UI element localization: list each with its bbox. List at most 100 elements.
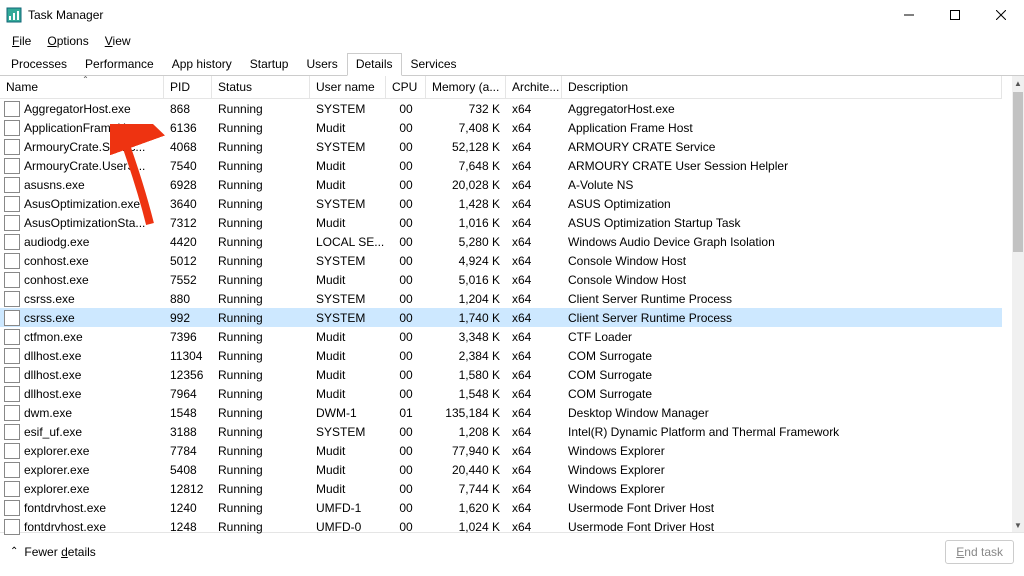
tab-app-history[interactable]: App history	[163, 53, 241, 75]
process-icon	[4, 291, 20, 307]
cell-name: AsusOptimizationSta...	[0, 213, 164, 232]
cell-name: conhost.exe	[0, 270, 164, 289]
cell-status: Running	[212, 308, 310, 327]
process-icon	[4, 500, 20, 516]
cell-status: Running	[212, 194, 310, 213]
cell-desc: Windows Explorer	[562, 460, 1002, 479]
cell-desc: Desktop Window Manager	[562, 403, 1002, 422]
process-icon	[4, 253, 20, 269]
cell-cpu: 00	[386, 194, 426, 213]
cell-desc: Windows Explorer	[562, 441, 1002, 460]
cell-mem: 7,408 K	[426, 118, 506, 137]
cell-user: Mudit	[310, 460, 386, 479]
cell-name: ctfmon.exe	[0, 327, 164, 346]
menu-file[interactable]: File	[4, 32, 39, 50]
cell-mem: 20,440 K	[426, 460, 506, 479]
tab-performance[interactable]: Performance	[76, 53, 163, 75]
cell-name: csrss.exe	[0, 289, 164, 308]
cell-mem: 77,940 K	[426, 441, 506, 460]
window-title: Task Manager	[28, 8, 103, 22]
cell-status: Running	[212, 289, 310, 308]
cell-mem: 3,348 K	[426, 327, 506, 346]
cell-status: Running	[212, 365, 310, 384]
cell-status: Running	[212, 251, 310, 270]
cell-user: Mudit	[310, 441, 386, 460]
minimize-button[interactable]	[886, 0, 932, 30]
column-header-pid[interactable]: PID	[164, 76, 212, 99]
tab-services[interactable]: Services	[402, 53, 466, 75]
cell-user: Mudit	[310, 213, 386, 232]
process-icon	[4, 101, 20, 117]
cell-mem: 1,428 K	[426, 194, 506, 213]
cell-user: SYSTEM	[310, 308, 386, 327]
cell-mem: 1,740 K	[426, 308, 506, 327]
column-header-memory-a-[interactable]: Memory (a...	[426, 76, 506, 99]
cell-status: Running	[212, 99, 310, 118]
cell-status: Running	[212, 137, 310, 156]
cell-pid: 7552	[164, 270, 212, 289]
close-button[interactable]	[978, 0, 1024, 30]
tab-startup[interactable]: Startup	[241, 53, 298, 75]
tab-users[interactable]: Users	[297, 53, 346, 75]
column-header-name[interactable]: Name⌃	[0, 76, 164, 99]
cell-pid: 5012	[164, 251, 212, 270]
cell-status: Running	[212, 460, 310, 479]
cell-name: dwm.exe	[0, 403, 164, 422]
cell-name: asusns.exe	[0, 175, 164, 194]
cell-user: UMFD-1	[310, 498, 386, 517]
cell-arch: x64	[506, 194, 562, 213]
column-header-archite-[interactable]: Archite...	[506, 76, 562, 99]
process-icon	[4, 462, 20, 478]
cell-status: Running	[212, 232, 310, 251]
cell-arch: x64	[506, 441, 562, 460]
cell-status: Running	[212, 213, 310, 232]
fewer-details-toggle[interactable]: ⌃ Fewer details	[10, 545, 96, 559]
vertical-scrollbar[interactable]: ▲ ▼	[1012, 76, 1024, 532]
process-icon	[4, 405, 20, 421]
cell-name: esif_uf.exe	[0, 422, 164, 441]
menu-view[interactable]: View	[97, 32, 139, 50]
maximize-button[interactable]	[932, 0, 978, 30]
cell-name: ArmouryCrate.UserS...	[0, 156, 164, 175]
cell-pid: 6928	[164, 175, 212, 194]
cell-user: Mudit	[310, 365, 386, 384]
cell-mem: 1,620 K	[426, 498, 506, 517]
cell-pid: 3188	[164, 422, 212, 441]
cell-desc: Windows Explorer	[562, 479, 1002, 498]
process-icon	[4, 196, 20, 212]
cell-desc: ARMOURY CRATE Service	[562, 137, 1002, 156]
cell-status: Running	[212, 327, 310, 346]
column-header-status[interactable]: Status	[212, 76, 310, 99]
menu-options[interactable]: Options	[39, 32, 96, 50]
scroll-up-arrow[interactable]: ▲	[1012, 76, 1024, 90]
cell-pid: 7396	[164, 327, 212, 346]
column-header-cpu[interactable]: CPU	[386, 76, 426, 99]
cell-user: Mudit	[310, 384, 386, 403]
process-icon	[4, 158, 20, 174]
process-icon	[4, 234, 20, 250]
end-task-button[interactable]: End task	[945, 540, 1014, 564]
cell-name: dllhost.exe	[0, 384, 164, 403]
cell-user: DWM-1	[310, 403, 386, 422]
process-icon	[4, 386, 20, 402]
cell-status: Running	[212, 498, 310, 517]
cell-arch: x64	[506, 365, 562, 384]
cell-cpu: 01	[386, 403, 426, 422]
app-icon	[6, 7, 22, 23]
scroll-thumb[interactable]	[1013, 92, 1023, 252]
column-header-description[interactable]: Description	[562, 76, 1002, 99]
tab-processes[interactable]: Processes	[2, 53, 76, 75]
cell-status: Running	[212, 270, 310, 289]
column-header-user-name[interactable]: User name	[310, 76, 386, 99]
cell-status: Running	[212, 403, 310, 422]
cell-arch: x64	[506, 460, 562, 479]
cell-arch: x64	[506, 517, 562, 536]
cell-arch: x64	[506, 498, 562, 517]
tab-details[interactable]: Details	[347, 53, 402, 76]
cell-mem: 1,580 K	[426, 365, 506, 384]
cell-cpu: 00	[386, 213, 426, 232]
cell-pid: 4068	[164, 137, 212, 156]
scroll-down-arrow[interactable]: ▼	[1012, 518, 1024, 532]
cell-cpu: 00	[386, 327, 426, 346]
cell-pid: 1248	[164, 517, 212, 536]
